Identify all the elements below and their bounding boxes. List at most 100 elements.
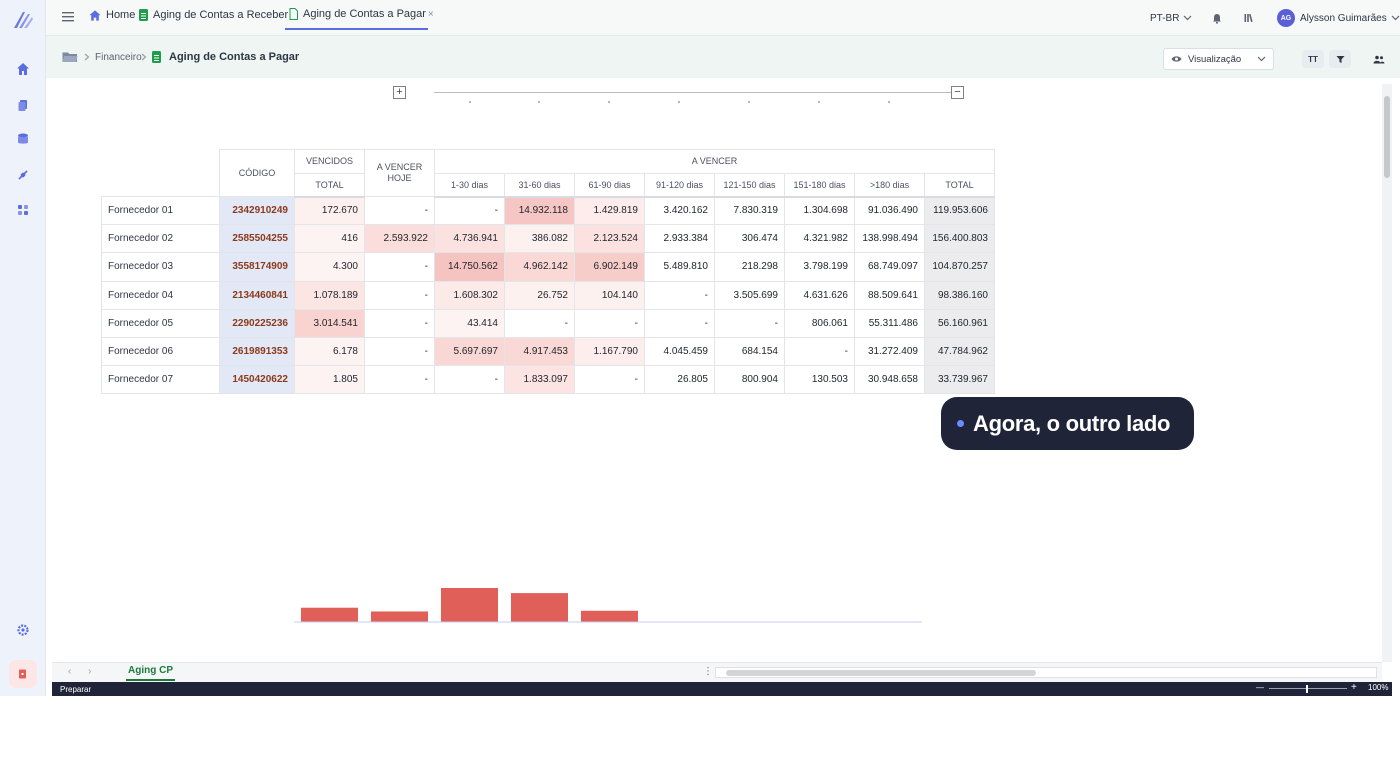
value-cell[interactable]: - [644, 308, 715, 338]
tab-aging-receber[interactable]: Aging de Contas a Receber [139, 0, 288, 30]
value-cell[interactable]: 806.061 [784, 308, 855, 338]
vertical-scrollbar[interactable] [1382, 84, 1392, 662]
total-cell[interactable]: 33.739.967 [924, 365, 995, 395]
supplier-name-cell[interactable]: Fornecedor 05 [101, 308, 220, 338]
value-cell[interactable]: 1.078.189 [294, 280, 365, 310]
notifications-button[interactable] [1212, 0, 1222, 36]
value-cell[interactable]: 306.474 [714, 224, 785, 254]
value-cell[interactable]: 5.697.697 [434, 336, 505, 367]
supplier-code-cell[interactable]: 1450420622 [219, 365, 295, 395]
supplier-name-cell[interactable]: Fornecedor 04 [101, 280, 220, 310]
tab-home[interactable]: Home [89, 0, 135, 30]
horizontal-scrollbar[interactable] [715, 667, 1377, 678]
sidebar-connections-button[interactable] [9, 161, 37, 189]
value-cell[interactable]: 218.298 [714, 252, 785, 282]
value-cell[interactable]: 3.505.699 [714, 280, 785, 310]
value-cell[interactable]: 3.420.162 [644, 195, 715, 226]
sheet-options-icon[interactable]: ⋮ [703, 666, 713, 677]
value-cell[interactable]: 2.123.524 [574, 224, 645, 254]
language-selector[interactable]: PT-BR [1150, 0, 1192, 36]
collapse-group-button[interactable]: − [951, 86, 964, 99]
value-cell[interactable]: 4.300 [294, 252, 365, 282]
value-cell[interactable]: 4.321.982 [784, 224, 855, 254]
horizontal-scrollbar-thumb[interactable] [726, 670, 1036, 676]
value-cell[interactable]: 30.948.658 [854, 365, 925, 395]
value-cell[interactable]: - [504, 308, 575, 338]
total-cell[interactable]: 104.870.257 [924, 252, 995, 282]
value-cell[interactable]: 88.509.641 [854, 280, 925, 310]
value-cell[interactable]: 55.311.486 [854, 308, 925, 338]
value-cell[interactable]: - [434, 195, 505, 226]
value-cell[interactable]: 68.749.097 [854, 252, 925, 282]
value-cell[interactable]: 7.830.319 [714, 195, 785, 226]
value-cell[interactable]: 3.014.541 [294, 308, 365, 338]
sheet-prev-icon[interactable]: ‹ [68, 666, 71, 677]
supplier-code-cell[interactable]: 2342910249 [219, 195, 295, 226]
sidebar-logout-button[interactable] [9, 660, 37, 688]
value-cell[interactable]: 800.904 [714, 365, 785, 395]
value-cell[interactable]: - [574, 308, 645, 338]
value-cell[interactable]: 138.998.494 [854, 224, 925, 254]
value-cell[interactable]: 1.304.698 [784, 195, 855, 226]
value-cell[interactable]: 43.414 [434, 308, 505, 338]
supplier-code-cell[interactable]: 2134460841 [219, 280, 295, 310]
value-cell[interactable]: - [364, 280, 435, 310]
value-cell[interactable]: - [364, 336, 435, 367]
value-cell[interactable]: 4.631.626 [784, 280, 855, 310]
menu-icon[interactable] [62, 11, 76, 23]
value-cell[interactable]: - [434, 365, 505, 395]
value-cell[interactable]: 4.962.142 [504, 252, 575, 282]
vertical-scrollbar-thumb[interactable] [1384, 96, 1390, 178]
value-cell[interactable]: 4.736.941 [434, 224, 505, 254]
supplier-name-cell[interactable]: Fornecedor 03 [101, 252, 220, 282]
sidebar-database-button[interactable] [9, 125, 37, 153]
value-cell[interactable]: - [364, 252, 435, 282]
expand-group-button[interactable]: + [393, 86, 406, 99]
value-cell[interactable]: 91.036.490 [854, 195, 925, 226]
library-button[interactable] [1244, 0, 1255, 36]
value-cell[interactable]: 1.429.819 [574, 195, 645, 226]
text-size-button[interactable]: TT [1302, 50, 1324, 68]
value-cell[interactable]: 104.140 [574, 280, 645, 310]
value-cell[interactable]: 26.752 [504, 280, 575, 310]
supplier-name-cell[interactable]: Fornecedor 06 [101, 336, 220, 367]
sidebar-home-button[interactable] [9, 55, 37, 83]
value-cell[interactable]: 130.503 [784, 365, 855, 395]
supplier-name-cell[interactable]: Fornecedor 01 [101, 195, 220, 226]
filter-button[interactable] [1329, 50, 1351, 68]
total-cell[interactable]: 56.160.961 [924, 308, 995, 338]
sheet-tab-aging-cp[interactable]: Aging CP [126, 665, 175, 681]
value-cell[interactable]: 2.593.922 [364, 224, 435, 254]
value-cell[interactable]: 4.917.453 [504, 336, 575, 367]
tab-close-icon[interactable]: × [428, 9, 434, 20]
view-mode-select[interactable]: Visualização [1163, 48, 1274, 70]
share-users-button[interactable] [1368, 50, 1390, 68]
value-cell[interactable]: - [784, 336, 855, 367]
tab-aging-pagar[interactable]: Aging de Contas a Pagar × [285, 0, 434, 30]
value-cell[interactable]: 1.167.790 [574, 336, 645, 367]
value-cell[interactable]: - [364, 195, 435, 226]
value-cell[interactable]: 1.833.097 [504, 365, 575, 395]
value-cell[interactable]: 386.082 [504, 224, 575, 254]
zoom-out-icon[interactable]: — [1256, 683, 1264, 692]
value-cell[interactable]: 416 [294, 224, 365, 254]
value-cell[interactable]: 14.932.118 [504, 195, 575, 226]
zoom-in-icon[interactable]: + [1351, 682, 1357, 693]
sidebar-settings-button[interactable] [9, 616, 37, 644]
value-cell[interactable]: 6.178 [294, 336, 365, 367]
value-cell[interactable]: - [364, 365, 435, 395]
supplier-code-cell[interactable]: 2619891353 [219, 336, 295, 367]
total-cell[interactable]: 156.400.803 [924, 224, 995, 254]
sidebar-documents-button[interactable] [9, 91, 37, 119]
user-menu[interactable]: AG Alysson Guimarães [1277, 0, 1400, 36]
folder-button[interactable] [62, 36, 78, 78]
breadcrumb-folder[interactable]: Financeiro [95, 36, 142, 78]
value-cell[interactable]: 5.489.810 [644, 252, 715, 282]
total-cell[interactable]: 98.386.160 [924, 280, 995, 310]
value-cell[interactable]: 26.805 [644, 365, 715, 395]
zoom-slider-knob[interactable] [1306, 685, 1308, 693]
app-logo-icon[interactable] [12, 10, 34, 30]
supplier-code-cell[interactable]: 2585504255 [219, 224, 295, 254]
value-cell[interactable]: - [714, 308, 785, 338]
sheet-next-icon[interactable]: › [88, 666, 91, 677]
